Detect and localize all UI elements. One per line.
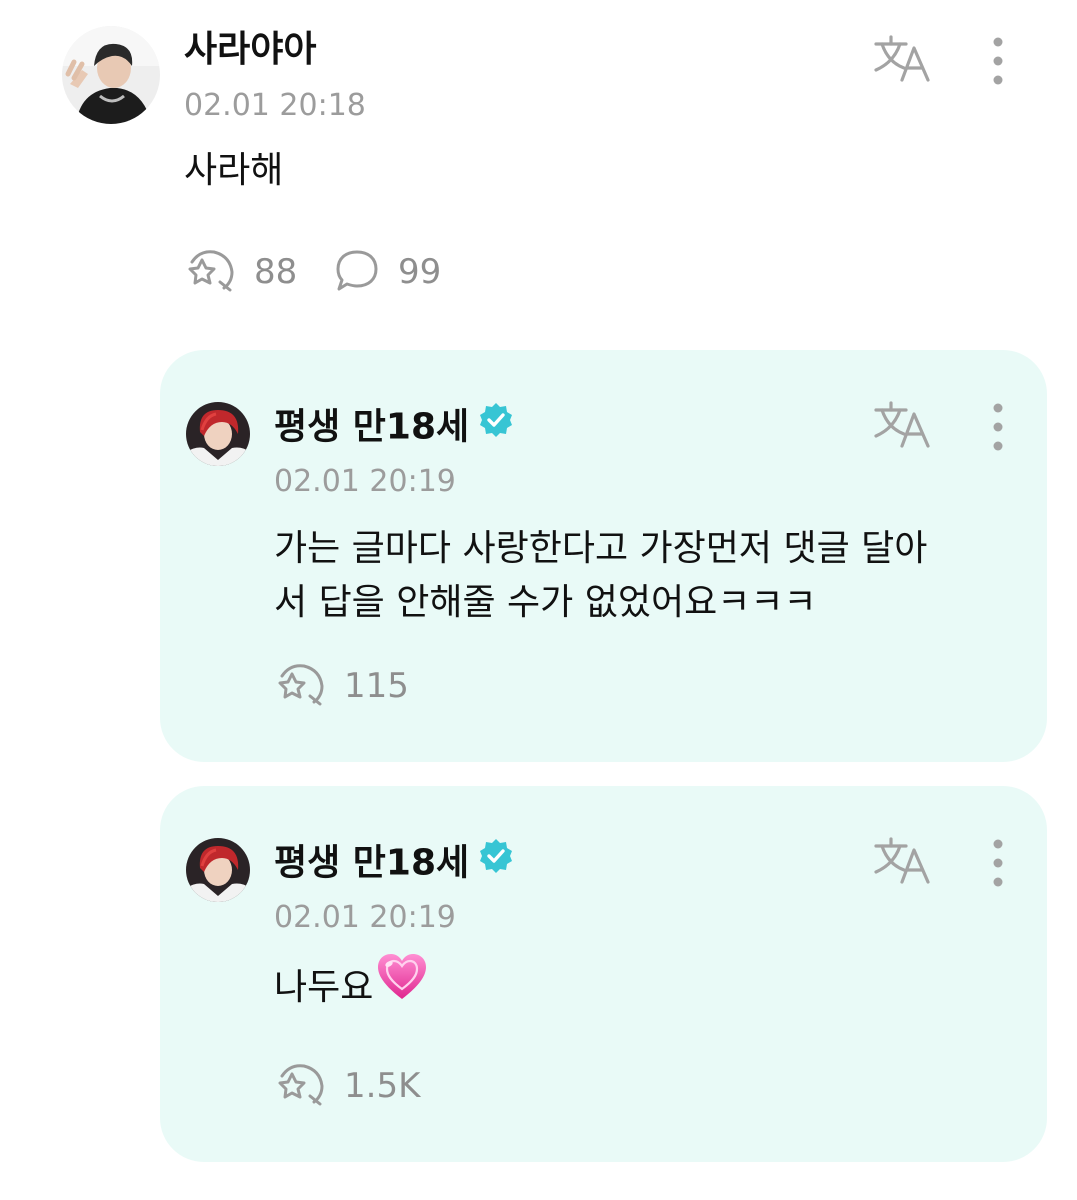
reply-like-button[interactable]: 115 [276, 662, 409, 710]
post-like-button[interactable]: 88 [186, 248, 297, 296]
more-vertical-icon[interactable] [986, 838, 1010, 888]
verified-badge-icon [477, 401, 515, 450]
reply-text-line: 가는 글마다 사랑한다고 가장먼저 댓글 달아 [274, 528, 928, 569]
verified-badge-icon [477, 837, 515, 886]
translate-icon[interactable] [872, 836, 932, 888]
post: 사라야아 02.01 20:18 사라해 88 99 [0, 0, 1077, 330]
reply-text: 가는 글마다 사랑한다고 가장먼저 댓글 달아 서 답을 안해줄 수가 없었어요… [274, 522, 1014, 630]
like-star-icon [276, 662, 326, 710]
post-comment-button[interactable]: 99 [334, 248, 441, 296]
like-star-icon [276, 1062, 326, 1110]
reply-author-avatar[interactable] [186, 402, 250, 466]
comment-bubble-icon [334, 248, 380, 296]
translate-icon[interactable] [872, 34, 932, 86]
reply-timestamp: 02.01 20:19 [274, 900, 456, 935]
reply-card: 평생 만18세 02.01 20:19 가는 글마다 사랑한다고 가장먼저 댓글… [160, 350, 1047, 762]
more-vertical-icon[interactable] [986, 36, 1010, 86]
reply-card: 평생 만18세 02.01 20:19 나두요 💗 [160, 786, 1047, 1162]
post-comment-count: 99 [398, 252, 442, 292]
like-star-icon [186, 248, 236, 296]
reply-like-count: 115 [344, 666, 409, 706]
pink-heart-emoji [375, 952, 429, 1018]
reply-timestamp: 02.01 20:19 [274, 464, 456, 499]
reply-author-name[interactable]: 평생 만18세 [274, 837, 515, 889]
post-timestamp: 02.01 20:18 [184, 88, 366, 123]
reply-text: 나두요 💗 [274, 954, 429, 1022]
reply-author-avatar[interactable] [186, 838, 250, 902]
post-like-count: 88 [254, 252, 298, 292]
post-author-avatar[interactable] [62, 26, 160, 124]
reply-text-line: 서 답을 안해줄 수가 없었어요ㅋㅋㅋ [274, 582, 817, 623]
post-author-name[interactable]: 사라야아 [184, 28, 316, 72]
reply-like-count: 1.5K [344, 1066, 421, 1106]
reply-text-content: 나두요 [274, 967, 374, 1008]
reply-like-button[interactable]: 1.5K [276, 1062, 420, 1110]
more-vertical-icon[interactable] [986, 402, 1010, 452]
translate-icon[interactable] [872, 400, 932, 452]
post-text: 사라해 [184, 150, 284, 191]
reply-author-name[interactable]: 평생 만18세 [274, 401, 515, 453]
